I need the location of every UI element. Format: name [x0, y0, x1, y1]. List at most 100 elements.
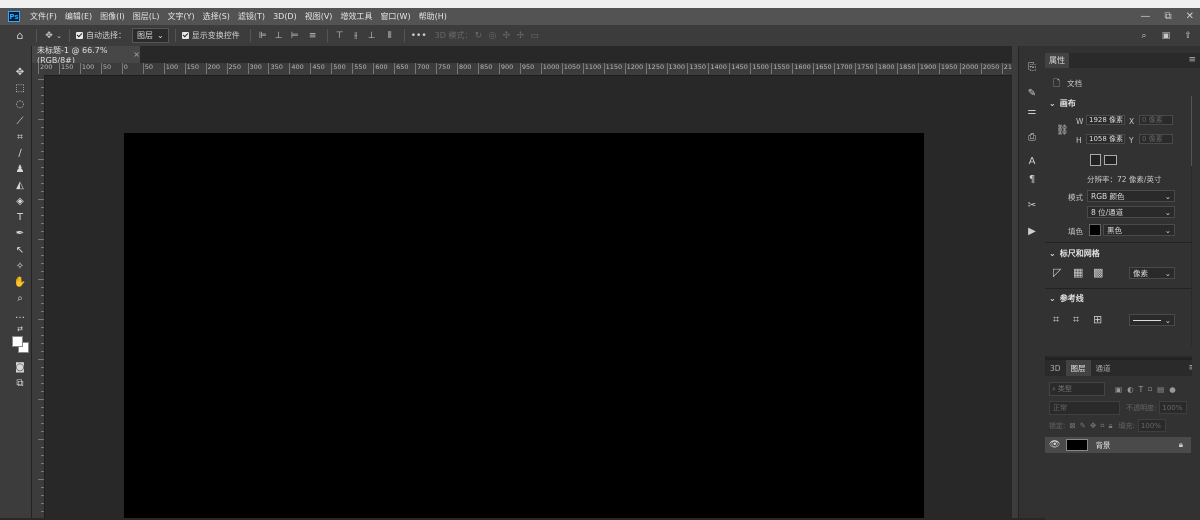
filter-pixel-icon[interactable]: ▣: [1115, 385, 1122, 394]
menu-layer[interactable]: 图层(L): [129, 11, 164, 22]
panel-menu-icon[interactable]: ≡: [1188, 55, 1196, 65]
ruler-unit-dropdown[interactable]: 像素 ⌄: [1129, 267, 1175, 279]
filter-adjustment-icon[interactable]: ◐: [1127, 385, 1134, 394]
layer-row[interactable]: 👁︎ 背景 🔒︎: [1045, 437, 1191, 453]
distribute-vertical-icon[interactable]: ≡: [307, 30, 319, 42]
filter-toggle-icon[interactable]: ●: [1169, 385, 1176, 394]
bit-depth-dropdown[interactable]: 8 位/通道 ⌄: [1087, 206, 1175, 218]
character-panel-icon[interactable]: A: [1024, 154, 1040, 168]
path-select-tool-icon[interactable]: ↖: [12, 243, 28, 257]
menu-plugins[interactable]: 增效工具: [336, 11, 376, 22]
menu-select[interactable]: 选择(S): [199, 11, 234, 22]
vertical-ruler[interactable]: [32, 75, 45, 518]
blend-mode-dropdown[interactable]: 正常: [1049, 400, 1120, 415]
history-panel-icon[interactable]: ⎘: [1024, 60, 1040, 74]
color-mode-dropdown[interactable]: RGB 颜色 ⌄: [1087, 190, 1175, 202]
foreground-color-swatch[interactable]: [12, 336, 23, 347]
lock-transparent-icon[interactable]: ⊠: [1069, 421, 1075, 430]
tools-preset-icon[interactable]: ✂: [1024, 198, 1040, 212]
home-icon[interactable]: ⌂: [14, 29, 26, 42]
guide-style-dropdown[interactable]: ⌄: [1129, 314, 1175, 326]
paragraph-panel-icon[interactable]: ¶: [1024, 172, 1040, 186]
minimize-button[interactable]: —: [1140, 11, 1150, 22]
color-swatches[interactable]: [12, 336, 29, 353]
align-right-icon[interactable]: ⊨: [289, 30, 301, 42]
horizontal-ruler[interactable]: 200 150 100 50 0 50 100 150 200 250 300 350 400 450 50…: [32, 63, 1012, 76]
tab-3d[interactable]: 3D: [1045, 360, 1066, 376]
move-tool-icon[interactable]: ✥: [12, 65, 28, 79]
shape-tool-icon[interactable]: ✧: [12, 259, 28, 273]
quick-select-tool-icon[interactable]: ⟋: [12, 114, 28, 128]
3d-slide-icon[interactable]: ✢: [514, 30, 526, 42]
menu-help[interactable]: 帮助(H): [415, 11, 451, 22]
align-middle-icon[interactable]: ⫲: [350, 30, 362, 42]
lock-image-icon[interactable]: ✎: [1080, 421, 1086, 430]
pen-tool-icon[interactable]: ✒: [12, 226, 28, 240]
menu-view[interactable]: 视图(V): [301, 11, 337, 22]
more-options-button[interactable]: •••: [411, 31, 427, 41]
document-tab[interactable]: 未标题-1 @ 66.7%(RGB/8#) ×: [32, 46, 140, 65]
smart-guides-icon[interactable]: ⊞: [1093, 313, 1102, 326]
filter-shape-icon[interactable]: ⌑: [1148, 385, 1152, 394]
right-edge-scrollbar[interactable]: [1192, 82, 1200, 518]
opacity-input[interactable]: 100%: [1159, 401, 1188, 414]
align-center-horizontal-icon[interactable]: ⊥: [273, 30, 285, 42]
menu-image[interactable]: 图像(I): [96, 11, 129, 22]
grid-toggle-icon[interactable]: ▦: [1073, 266, 1083, 279]
auto-select-target-dropdown[interactable]: 图层 ⌄: [132, 28, 169, 43]
document-canvas[interactable]: [124, 133, 924, 518]
width-input[interactable]: 1928 像素: [1086, 115, 1125, 125]
ruler-toggle-icon[interactable]: ◸: [1053, 266, 1061, 279]
y-input[interactable]: 0 像素: [1139, 134, 1173, 144]
tab-channels[interactable]: 通道: [1091, 360, 1116, 376]
show-guides-icon[interactable]: ⌗: [1053, 313, 1059, 327]
tab-layers[interactable]: 图层: [1065, 360, 1091, 376]
3d-pan-icon[interactable]: ✣: [500, 30, 512, 42]
close-tab-icon[interactable]: ×: [133, 50, 140, 59]
layer-fill-input[interactable]: 100%: [1137, 419, 1166, 432]
filter-type-icon[interactable]: T: [1139, 385, 1144, 394]
height-input[interactable]: 1058 像素: [1086, 134, 1125, 144]
share-icon[interactable]: ⇪: [1182, 30, 1194, 42]
align-left-icon[interactable]: ⊫: [257, 30, 269, 42]
brush-settings-icon[interactable]: ✎: [1024, 86, 1040, 100]
3d-orbit-icon[interactable]: ↻: [472, 30, 484, 42]
hand-tool-icon[interactable]: ✋: [12, 275, 28, 289]
rulers-grids-section-header[interactable]: ⌄ 标尺和网格: [1049, 248, 1100, 259]
link-dimensions-icon[interactable]: ⛓: [1056, 125, 1069, 136]
eraser-tool-icon[interactable]: ◭: [12, 178, 28, 192]
lock-position-icon[interactable]: ✥: [1090, 421, 1096, 430]
pixel-grid-icon[interactable]: ▩: [1093, 266, 1103, 279]
fill-color-swatch[interactable]: [1089, 224, 1101, 236]
zoom-tool-icon[interactable]: ⌕: [12, 291, 28, 305]
auto-select-checkbox[interactable]: 自动选择：: [76, 30, 126, 41]
screen-mode-icon[interactable]: ⧉: [12, 376, 28, 390]
menu-edit[interactable]: 编辑(E): [61, 11, 96, 22]
guides-section-header[interactable]: ⌄ 参考线: [1049, 293, 1084, 304]
layer-kind-filter-dropdown[interactable]: ⌕ 类型: [1049, 382, 1105, 396]
portrait-orientation-icon[interactable]: [1090, 154, 1101, 166]
swap-colors-icon[interactable]: ⇄: [12, 322, 28, 336]
adjustments-icon[interactable]: ⚌: [1024, 104, 1040, 118]
distribute-horizontal-icon[interactable]: ⫴: [384, 30, 396, 42]
lasso-tool-icon[interactable]: ◌: [12, 97, 28, 111]
canvas-section-header[interactable]: ⌄ 画布: [1049, 98, 1076, 109]
close-button[interactable]: ✕: [1186, 11, 1194, 22]
filter-smart-object-icon[interactable]: ▤: [1157, 385, 1164, 394]
lock-guides-icon[interactable]: ⌗: [1073, 313, 1079, 327]
actions-panel-icon[interactable]: ▶: [1024, 224, 1040, 238]
3d-roll-icon[interactable]: ◎: [486, 30, 498, 42]
menu-3d[interactable]: 3D(D): [269, 12, 301, 21]
landscape-orientation-icon[interactable]: [1104, 155, 1117, 165]
brush-tool-icon[interactable]: ∕: [12, 146, 28, 160]
type-tool-icon[interactable]: T: [12, 210, 28, 224]
more-tools-icon[interactable]: …: [12, 308, 28, 322]
quick-mask-icon[interactable]: ◙: [12, 360, 28, 374]
move-tool-icon[interactable]: ✥: [43, 30, 55, 42]
crop-tool-icon[interactable]: ⌗: [12, 130, 28, 144]
menu-file[interactable]: 文件(F): [26, 11, 61, 22]
align-bottom-icon[interactable]: ⊥: [366, 30, 378, 42]
lock-all-icon[interactable]: 🔒︎: [1108, 421, 1112, 431]
stamp-tool-icon[interactable]: ♟: [12, 162, 28, 176]
layer-name[interactable]: 背景: [1095, 440, 1110, 451]
